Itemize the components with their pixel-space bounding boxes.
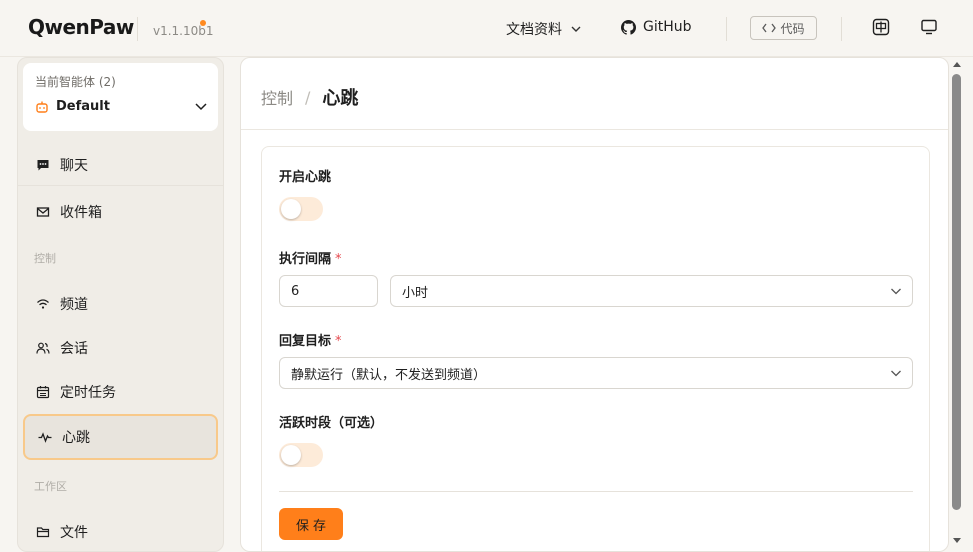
toggle-knob bbox=[281, 445, 301, 465]
code-button[interactable]: 代码 bbox=[750, 16, 817, 40]
code-label: 代码 bbox=[780, 21, 805, 36]
interval-value-input[interactable]: 6 bbox=[279, 275, 378, 307]
sidebar-item-label: 文件 bbox=[60, 525, 88, 541]
chevron-down-icon bbox=[195, 103, 207, 111]
app-logo[interactable]: QwenPaw bbox=[28, 15, 134, 39]
sidebar-item-label: 收件箱 bbox=[60, 205, 102, 221]
divider bbox=[726, 17, 727, 41]
enable-heartbeat-toggle[interactable] bbox=[279, 197, 323, 221]
github-label: GitHub bbox=[643, 19, 692, 35]
sidebar-item-label: 定时任务 bbox=[60, 385, 116, 401]
header-divider bbox=[241, 129, 948, 130]
form-divider bbox=[279, 491, 913, 492]
agent-caption: 当前智能体 (2) bbox=[35, 75, 116, 89]
chevron-down-icon bbox=[891, 288, 901, 295]
monitor-icon bbox=[921, 19, 937, 35]
chat-icon bbox=[37, 160, 49, 171]
sidebar-item-inbox[interactable]: 收件箱 bbox=[23, 192, 218, 232]
sidebar-item-label: 聊天 bbox=[60, 158, 88, 174]
heartbeat-form: 开启心跳 执行间隔 * 6 小时 回复目标 * 静默运行（默认，不发送到频道） 活跃… bbox=[261, 146, 930, 551]
scrollbar-thumb[interactable] bbox=[952, 74, 961, 510]
main-panel: 控制 / 心跳 开启心跳 执行间隔 * 6 小时 回复目标 * 静默运行（默认，不发… bbox=[240, 57, 949, 552]
sidebar-item-chat[interactable]: 聊天 bbox=[23, 145, 218, 185]
sidebar: 当前智能体 (2) Default 聊天 收件箱 控制 频道 会话 定时任务 心… bbox=[17, 57, 224, 552]
theme-toggle-button[interactable] bbox=[919, 17, 939, 37]
chevron-down-icon bbox=[891, 370, 901, 377]
toggle-knob bbox=[281, 199, 301, 219]
sidebar-item-label: 心跳 bbox=[62, 430, 90, 446]
sidebar-item-channels[interactable]: 频道 bbox=[23, 284, 218, 324]
agent-name: Default bbox=[56, 99, 110, 114]
version-label: v1.1.10b1 bbox=[153, 24, 214, 38]
target-label-text: 回复目标 bbox=[279, 334, 332, 349]
divider bbox=[841, 17, 842, 41]
sidebar-group-control: 控制 bbox=[34, 252, 56, 265]
sidebar-item-heartbeat[interactable]: 心跳 bbox=[23, 414, 218, 460]
docs-menu[interactable]: 文档资料 bbox=[506, 19, 582, 39]
code-icon bbox=[762, 23, 777, 33]
calendar-icon bbox=[36, 386, 50, 399]
breadcrumb-parent[interactable]: 控制 bbox=[261, 85, 293, 109]
interval-label: 执行间隔 * bbox=[279, 248, 342, 267]
interval-unit-value: 小时 bbox=[402, 285, 429, 301]
folder-icon bbox=[36, 527, 50, 538]
interval-label-text: 执行间隔 bbox=[279, 252, 332, 267]
save-button[interactable]: 保存 bbox=[279, 508, 343, 540]
active-period-label: 活跃时段（可选） bbox=[279, 416, 384, 431]
pulse-icon bbox=[38, 432, 52, 443]
sidebar-item-sessions[interactable]: 会话 bbox=[23, 328, 218, 368]
language-toggle-button[interactable] bbox=[871, 17, 891, 37]
sidebar-item-scheduled-tasks[interactable]: 定时任务 bbox=[23, 372, 218, 412]
agent-name-row: Default bbox=[35, 99, 110, 114]
scrollbar[interactable] bbox=[950, 57, 964, 552]
update-dot bbox=[200, 20, 206, 26]
github-icon bbox=[621, 19, 636, 35]
robot-icon bbox=[36, 101, 48, 113]
active-period-toggle[interactable] bbox=[279, 443, 323, 467]
sidebar-item-label: 频道 bbox=[60, 297, 88, 313]
sidebar-item-label: 会话 bbox=[60, 341, 88, 357]
wifi-icon bbox=[37, 299, 49, 309]
scroll-up-arrow-icon[interactable] bbox=[953, 62, 961, 67]
breadcrumb: 控制 / 心跳 bbox=[261, 84, 358, 110]
mail-icon bbox=[36, 207, 50, 217]
top-bar: QwenPaw v1.1.10b1 文档资料 GitHub 代码 bbox=[0, 0, 973, 57]
github-link[interactable]: GitHub bbox=[621, 19, 692, 35]
required-mark: * bbox=[335, 252, 342, 267]
interval-unit-select[interactable]: 小时 bbox=[390, 275, 913, 307]
sidebar-separator bbox=[18, 185, 223, 186]
language-zh-icon bbox=[872, 18, 890, 36]
sidebar-group-workspace: 工作区 bbox=[34, 480, 67, 493]
users-icon bbox=[36, 342, 50, 354]
docs-label: 文档资料 bbox=[506, 22, 562, 38]
chevron-down-icon bbox=[571, 26, 581, 32]
enable-heartbeat-label: 开启心跳 bbox=[279, 170, 332, 185]
interval-value: 6 bbox=[291, 283, 300, 299]
divider bbox=[137, 17, 138, 41]
target-label: 回复目标 * bbox=[279, 330, 342, 349]
agent-selector[interactable]: 当前智能体 (2) Default bbox=[23, 63, 218, 131]
breadcrumb-separator: / bbox=[305, 87, 311, 107]
scroll-down-arrow-icon[interactable] bbox=[953, 538, 961, 543]
page-title: 心跳 bbox=[322, 88, 359, 109]
required-mark: * bbox=[335, 334, 342, 349]
reply-target-select[interactable]: 静默运行（默认，不发送到频道） bbox=[279, 357, 913, 389]
sidebar-item-files[interactable]: 文件 bbox=[23, 512, 218, 551]
reply-target-value: 静默运行（默认，不发送到频道） bbox=[291, 367, 487, 383]
